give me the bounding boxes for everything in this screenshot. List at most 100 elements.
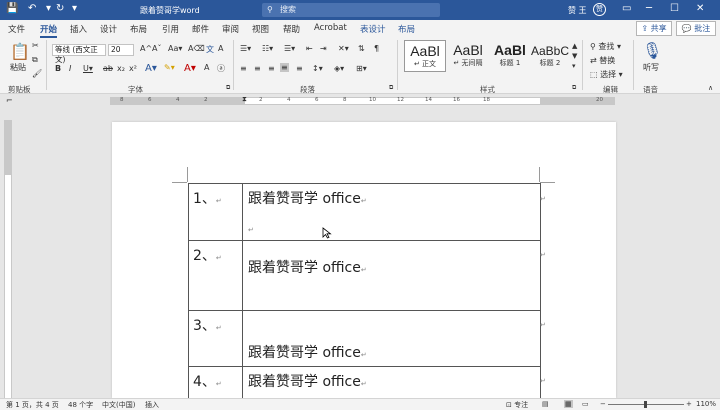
tab-insert[interactable]: 插入 <box>70 23 87 35</box>
tab-table-design[interactable]: 表设计 <box>360 23 386 35</box>
zoom-level[interactable]: 110% <box>696 400 716 408</box>
font-size-dropdown[interactable]: 20 <box>108 44 134 56</box>
table-row[interactable]: 2、↵ 跟着赞哥学 office↵ <box>188 240 541 311</box>
tab-selector-icon[interactable]: ⌐ <box>6 96 13 105</box>
align-left-icon[interactable]: ≡ <box>240 64 247 73</box>
highlight-icon[interactable]: ✎▾ <box>164 63 175 72</box>
zoom-slider-thumb[interactable] <box>644 401 647 408</box>
document-page[interactable]: 1、↵ 跟着赞哥学 office↵ ↵ 2、↵ 跟着赞哥学 office↵ 3、↵… <box>112 122 616 398</box>
strikethrough-icon[interactable]: ab <box>103 64 113 73</box>
chinese-layout-icon[interactable]: ✕▾ <box>338 44 349 53</box>
vertical-ruler[interactable] <box>4 120 12 398</box>
save-icon[interactable]: 💾 <box>6 3 18 14</box>
format-painter-icon[interactable]: 🖌 <box>32 69 42 78</box>
horizontal-ruler[interactable]: ⌐ 8 6 4 2 2 4 6 8 10 12 14 16 18 20 ⧗ <box>0 95 720 107</box>
word-count[interactable]: 48 个字 <box>68 400 93 410</box>
select-button[interactable]: ⬚ 选择 ▾ <box>590 69 623 80</box>
table-cell-text[interactable]: 跟着赞哥学 office↵ <box>242 240 541 311</box>
multilevel-list-icon[interactable]: ☰▾ <box>284 44 295 53</box>
share-button[interactable]: ⇪ 共享 <box>636 21 672 36</box>
shading-icon[interactable]: ◈▾ <box>334 64 344 73</box>
table-cell-number[interactable]: 4、↵ <box>188 366 243 398</box>
zoom-out-icon[interactable]: − <box>600 400 606 408</box>
sort-icon[interactable]: ⇅ <box>358 44 365 53</box>
font-name-dropdown[interactable]: 等线 (西文正文) <box>52 44 106 64</box>
insert-mode-indicator[interactable]: 插入 <box>145 400 159 410</box>
align-center-icon[interactable]: ≡ <box>254 64 261 73</box>
style-heading-1[interactable]: AaBl 标题 1 <box>489 40 531 72</box>
styles-scroll-up-icon[interactable]: ▲ <box>572 42 577 50</box>
tab-design[interactable]: 设计 <box>100 23 117 35</box>
underline-icon[interactable]: U▾ <box>83 64 93 73</box>
decrease-indent-icon[interactable]: ⇤ <box>306 44 313 53</box>
style-no-spacing[interactable]: AaBl ↵ 无间隔 <box>447 40 489 72</box>
bullets-icon[interactable]: ☰▾ <box>240 44 251 53</box>
ribbon-display-icon[interactable]: ▭ <box>622 3 631 14</box>
font-dialog-launcher-icon[interactable]: ⧉ <box>226 84 230 92</box>
table-row[interactable]: 1、↵ 跟着赞哥学 office↵ ↵ <box>188 183 541 241</box>
subscript-icon[interactable]: x₂ <box>117 64 125 73</box>
styles-scroll-down-icon[interactable]: ▼ <box>572 52 577 60</box>
shrink-font-icon[interactable]: Aˇ <box>152 44 161 53</box>
table-row[interactable]: 4、↵ 跟着赞哥学 office↵ <box>188 366 541 398</box>
document-table[interactable]: 1、↵ 跟着赞哥学 office↵ ↵ 2、↵ 跟着赞哥学 office↵ 3、↵… <box>188 183 541 398</box>
increase-indent-icon[interactable]: ⇥ <box>320 44 327 53</box>
avatar[interactable]: 赞 <box>593 3 606 16</box>
font-color-icon[interactable]: A▾ <box>184 63 196 74</box>
cut-icon[interactable]: ✂ <box>32 41 39 50</box>
superscript-icon[interactable]: x² <box>129 64 137 73</box>
styles-dialog-launcher-icon[interactable]: ⧉ <box>572 84 576 92</box>
text-effects-icon[interactable]: A▾ <box>145 63 157 74</box>
justify-icon[interactable]: ≡ <box>280 63 289 72</box>
tab-home[interactable]: 开始 <box>40 23 58 38</box>
zoom-in-icon[interactable]: + <box>686 400 692 408</box>
tab-table-layout[interactable]: 布局 <box>398 23 415 35</box>
collapse-ribbon-icon[interactable]: ∧ <box>708 84 713 92</box>
print-layout-icon[interactable]: ▦ <box>564 400 573 408</box>
table-row[interactable]: 3、↵ 跟着赞哥学 office↵ <box>188 310 541 367</box>
read-mode-icon[interactable]: ▤ <box>542 400 549 408</box>
tab-review[interactable]: 审阅 <box>222 23 239 35</box>
table-cell-text[interactable]: 跟着赞哥学 office↵ <box>242 310 541 367</box>
table-cell-number[interactable]: 2、↵ <box>188 240 243 311</box>
char-border-icon[interactable]: A <box>218 44 223 53</box>
line-spacing-icon[interactable]: ↕▾ <box>312 64 323 73</box>
style-normal[interactable]: AaBl ↵ 正文 <box>404 40 446 72</box>
borders-icon[interactable]: ⊞▾ <box>356 64 367 73</box>
tab-view[interactable]: 视图 <box>252 23 269 35</box>
styles-more-icon[interactable]: ▾ <box>572 62 576 70</box>
clear-formatting-icon[interactable]: A⌫ <box>188 44 205 53</box>
microphone-icon[interactable]: 🎙 <box>642 41 662 60</box>
paste-icon[interactable]: 📋 <box>10 42 30 61</box>
bold-icon[interactable]: B <box>55 64 61 73</box>
find-button[interactable]: ⚲ 查找 ▾ <box>590 41 621 52</box>
customize-toolbar-icon[interactable]: ▾ <box>72 3 77 14</box>
redo-icon[interactable]: ↻ <box>56 3 64 14</box>
tab-references[interactable]: 引用 <box>162 23 179 35</box>
replace-button[interactable]: ⇄ 替换 <box>590 55 615 66</box>
paragraph-dialog-launcher-icon[interactable]: ⧉ <box>389 84 393 92</box>
comment-button[interactable]: 💬 批注 <box>676 21 716 36</box>
grow-font-icon[interactable]: A^ <box>140 44 152 53</box>
tab-acrobat[interactable]: Acrobat <box>314 23 347 33</box>
tab-file[interactable]: 文件 <box>8 23 25 35</box>
tab-mailings[interactable]: 邮件 <box>192 23 209 35</box>
user-name[interactable]: 赞 王 <box>568 5 587 16</box>
align-right-icon[interactable]: ≡ <box>268 64 275 73</box>
search-box[interactable]: ⚲ 搜索 <box>262 3 440 17</box>
enclose-chars-icon[interactable]: ⓐ <box>217 63 225 74</box>
char-shading-icon[interactable]: A <box>204 63 209 72</box>
table-cell-number[interactable]: 1、↵ <box>188 183 243 241</box>
language-indicator[interactable]: 中文(中国) <box>102 400 135 410</box>
distributed-icon[interactable]: ≡ <box>296 64 303 73</box>
web-layout-icon[interactable]: ▭ <box>582 400 589 408</box>
italic-icon[interactable]: I <box>69 64 71 73</box>
maximize-icon[interactable]: ☐ <box>670 3 679 14</box>
tab-help[interactable]: 帮助 <box>283 23 300 35</box>
page-count[interactable]: 第 1 页，共 4 页 <box>6 400 59 410</box>
tab-layout[interactable]: 布局 <box>130 23 147 35</box>
minimize-icon[interactable]: ─ <box>646 3 652 14</box>
focus-mode-button[interactable]: ⊡ 专注 <box>506 400 528 410</box>
phonetic-guide-icon[interactable]: 文 <box>206 44 214 55</box>
indent-marker-icon[interactable]: ⧗ <box>242 95 247 104</box>
